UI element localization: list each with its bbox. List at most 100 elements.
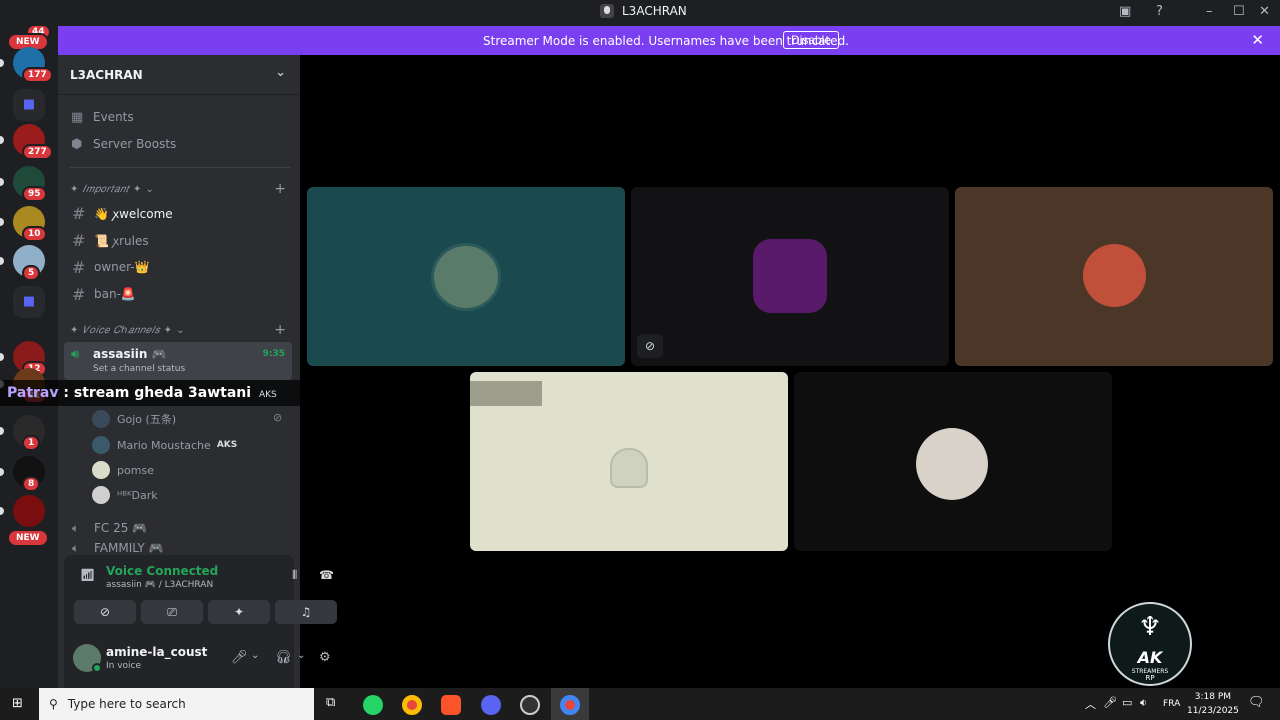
minimize-icon[interactable]: – bbox=[1206, 4, 1213, 19]
events-item[interactable]: ▦ Events bbox=[66, 105, 292, 129]
whatsapp-icon[interactable] bbox=[363, 695, 383, 715]
avatar bbox=[753, 239, 827, 313]
volume-icon[interactable]: 🔉︎ bbox=[1140, 696, 1147, 710]
channel-rules[interactable]: # 📜 ꭗrules bbox=[66, 228, 292, 252]
unread-indicator bbox=[0, 218, 4, 226]
streamer-mode-banner: Streamer Mode is enabled. Usernames have… bbox=[58, 26, 1280, 55]
voice-panel: 📶︎ Voice Connected assasiin 🎮 / L3ACHRAN… bbox=[64, 555, 337, 688]
participant-tile[interactable] bbox=[307, 187, 625, 366]
unread-indicator bbox=[0, 468, 4, 476]
hash-icon: # bbox=[72, 284, 86, 304]
user-area: amine-la_coust In voice 🎤︎ ⌄ 🎧︎ ⌄ ⚙ bbox=[64, 636, 331, 686]
task-view-icon[interactable]: ⧉ bbox=[326, 695, 335, 710]
microphone-icon[interactable]: 🎤︎ bbox=[1103, 696, 1117, 709]
language-indicator[interactable]: FRA bbox=[1163, 699, 1180, 709]
unread-badge: 5 bbox=[22, 265, 41, 281]
category-voice[interactable]: ✦ 𝑉𝑜𝑖𝑐𝑒 𝐶ℎ𝑎𝑛𝑛𝑒𝑙𝑠 ✦ ⌄ bbox=[70, 325, 185, 336]
headphones-icon[interactable]: 🎧︎ bbox=[275, 650, 292, 665]
avatar bbox=[92, 486, 110, 504]
windows-start-icon[interactable]: ⊞ bbox=[12, 696, 23, 711]
unread-indicator bbox=[0, 507, 4, 515]
participant-tile[interactable] bbox=[955, 187, 1273, 366]
channel-owner[interactable]: # owner-👑 bbox=[66, 255, 292, 279]
server-folder-icon[interactable]: ■ bbox=[13, 286, 45, 318]
help-icon[interactable]: ? bbox=[1156, 4, 1163, 19]
voice-user[interactable]: pomse bbox=[92, 458, 154, 482]
server-list: 44 NEW 17727795105123118 ■ ■ NEW bbox=[0, 24, 58, 688]
discord-icon[interactable] bbox=[481, 695, 501, 715]
calendar-icon: ▦ bbox=[71, 109, 84, 125]
gear-icon[interactable]: ⚙ bbox=[319, 650, 331, 665]
divider bbox=[70, 167, 290, 168]
server-boosts-item[interactable]: ⬢ Server Boosts bbox=[66, 132, 292, 156]
unread-indicator bbox=[0, 178, 4, 186]
channel-status[interactable]: Set a channel status bbox=[93, 364, 185, 374]
app-icon[interactable] bbox=[520, 695, 540, 715]
voice-user[interactable]: ᴴᴮᴷDark bbox=[92, 483, 158, 507]
maximize-icon[interactable]: ☐ bbox=[1233, 4, 1245, 19]
soundboard-button[interactable]: ♫ bbox=[275, 600, 337, 624]
hash-icon: # bbox=[72, 257, 86, 277]
close-banner-icon[interactable]: ✕ bbox=[1251, 31, 1264, 49]
overlay-block bbox=[470, 381, 542, 406]
channel-ban[interactable]: # ban-🚨 bbox=[66, 282, 292, 306]
participant-tile[interactable]: ⊘ bbox=[631, 187, 949, 366]
voice-connected-label[interactable]: Voice Connected bbox=[106, 564, 218, 578]
server-logo-icon bbox=[600, 4, 614, 18]
brave-icon[interactable] bbox=[441, 695, 461, 715]
taskbar-search[interactable]: ⚲ Type here to search bbox=[39, 688, 314, 720]
chrome-icon[interactable] bbox=[402, 695, 422, 715]
streamer-logo: ♆ AK STREAMERS RP bbox=[1108, 602, 1192, 686]
user-status: In voice bbox=[106, 661, 142, 671]
participant-tile[interactable] bbox=[794, 372, 1112, 551]
inbox-icon[interactable]: ▣ bbox=[1119, 4, 1131, 19]
unread-badge: 177 bbox=[22, 67, 53, 83]
network-icon[interactable]: ▭ bbox=[1122, 696, 1132, 709]
noise-suppression-icon[interactable]: ⦀ bbox=[292, 568, 297, 583]
channel-welcome[interactable]: # 👋 ꭗwelcome bbox=[66, 201, 292, 225]
chevron-down-icon[interactable]: ⌄ bbox=[251, 650, 259, 661]
category-important[interactable]: ✦ 𝐼𝑚𝑝𝑜𝑟𝑡𝑎𝑛𝑡 ✦ ⌄ bbox=[70, 184, 154, 195]
clock[interactable]: 3:18 PM 11/23/2025 bbox=[1187, 690, 1239, 718]
username[interactable]: amine-la_coust bbox=[106, 645, 207, 659]
avatar bbox=[1083, 244, 1146, 307]
speaker-icon: 🔊︎ bbox=[71, 347, 80, 362]
create-channel-icon[interactable]: + bbox=[274, 322, 286, 338]
voice-channel-fammily[interactable]: 🔈︎ FAMMILY 🎮 bbox=[66, 543, 292, 553]
disable-streamer-mode-button[interactable]: Disable bbox=[783, 31, 840, 49]
camera-off-button[interactable]: ⊘ bbox=[74, 600, 136, 624]
avatar bbox=[92, 410, 110, 428]
unread-indicator bbox=[0, 427, 4, 435]
boost-icon: ⬢ bbox=[71, 136, 83, 152]
server-header[interactable]: L3ACHRAN ⌄ bbox=[58, 55, 300, 95]
title-bar: L3ACHRAN ▣ ? – ☐ ✕ bbox=[0, 0, 1280, 26]
microphone-icon[interactable]: 🎤︎ bbox=[231, 650, 248, 665]
voice-channel-path[interactable]: assasiin 🎮 / L3ACHRAN bbox=[106, 580, 213, 590]
chevron-down-icon[interactable]: ⌄ bbox=[297, 650, 305, 661]
chrome-icon[interactable] bbox=[560, 695, 580, 715]
voice-channel-assasiin[interactable]: 🔊︎ assasiin 🎮 Set a channel status 9:35 bbox=[64, 342, 292, 380]
voice-user[interactable]: Gojo (五条) bbox=[92, 407, 176, 431]
participant-tile[interactable] bbox=[470, 372, 788, 551]
clan-tag: AKS bbox=[258, 390, 277, 400]
create-channel-icon[interactable]: + bbox=[274, 181, 286, 197]
unread-indicator bbox=[0, 353, 4, 361]
close-window-icon[interactable]: ✕ bbox=[1259, 4, 1270, 19]
activities-button[interactable]: ✦ bbox=[208, 600, 270, 624]
speaker-icon: 🔈︎ bbox=[72, 543, 80, 553]
unread-badge: 10 bbox=[22, 226, 47, 242]
connection-icon[interactable]: 📶︎ bbox=[80, 568, 95, 582]
voice-user[interactable]: Mario Moustache AKS bbox=[92, 433, 237, 457]
unread-indicator bbox=[0, 59, 4, 67]
new-badge: NEW bbox=[7, 529, 49, 547]
server-icon[interactable] bbox=[13, 495, 45, 527]
chevron-up-icon[interactable]: ︿ bbox=[1085, 696, 1096, 712]
disconnect-icon[interactable]: ☎ bbox=[319, 568, 334, 582]
voice-channel-fc25[interactable]: 🔈︎ FC 25 🎮 bbox=[66, 516, 292, 540]
notifications-icon[interactable]: 🗨︎ bbox=[1248, 695, 1265, 710]
muted-icon: ⊘ bbox=[273, 411, 283, 424]
avatar bbox=[916, 428, 988, 500]
screen-share-button[interactable]: ⎚ bbox=[141, 600, 203, 624]
server-folder-icon[interactable]: ■ bbox=[13, 89, 45, 121]
unread-badge: 95 bbox=[22, 186, 47, 202]
